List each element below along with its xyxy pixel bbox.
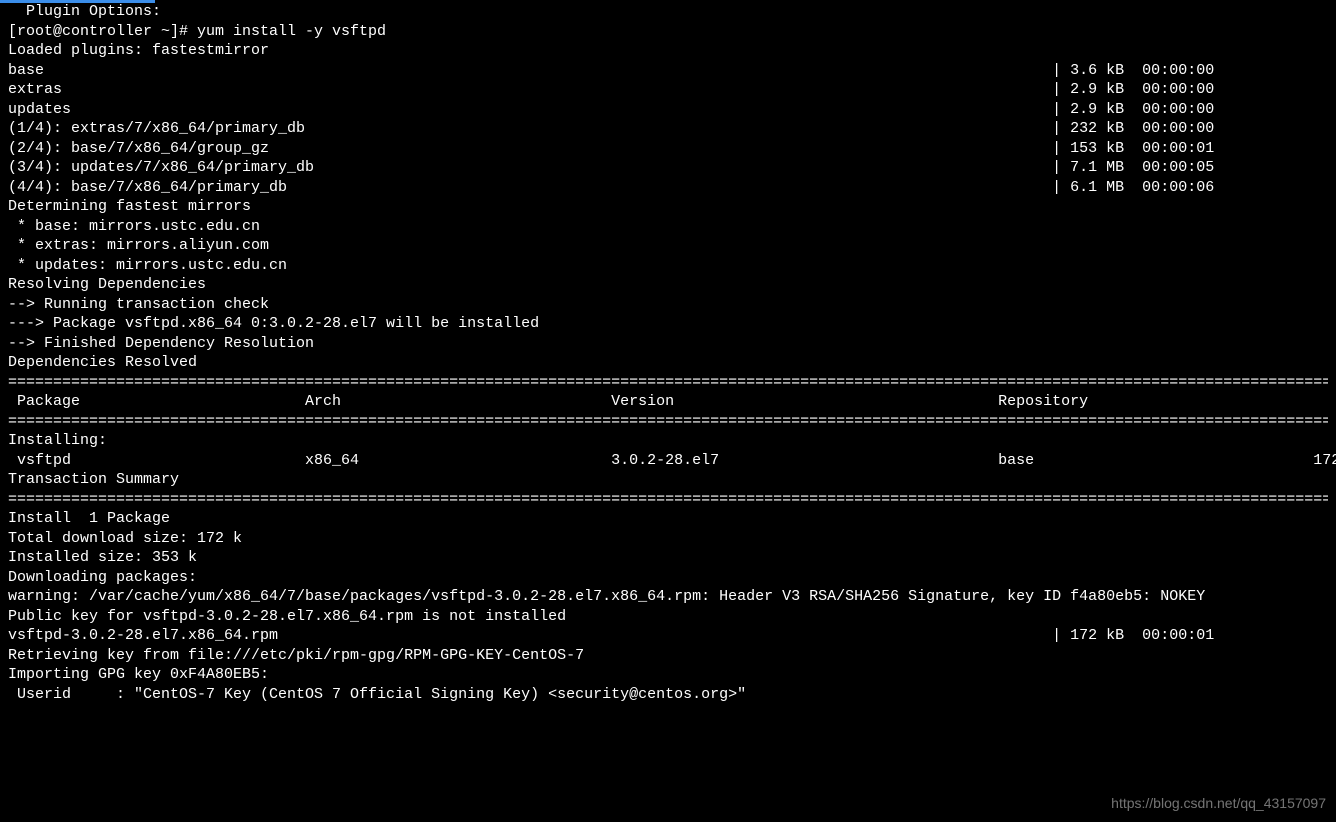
terminal-line: Dependencies Resolved — [8, 353, 1328, 373]
table-header: Package Arch Version Repository Size — [8, 392, 1328, 412]
terminal-line: Downloading packages: — [8, 568, 1328, 588]
table-divider: ========================================… — [8, 490, 1328, 510]
terminal-line: (4/4): base/7/x86_64/primary_db | 6.1 MB… — [8, 178, 1328, 198]
terminal-line: Retrieving key from file:///etc/pki/rpm-… — [8, 646, 1328, 666]
terminal-line: * updates: mirrors.ustc.edu.cn — [8, 256, 1328, 276]
terminal-line: vsftpd-3.0.2-28.el7.x86_64.rpm | 172 kB … — [8, 626, 1328, 646]
terminal-line: Userid : "CentOS-7 Key (CentOS 7 Officia… — [8, 685, 1328, 705]
terminal-line: --> Finished Dependency Resolution — [8, 334, 1328, 354]
terminal-line: base | 3.6 kB 00:00:00 — [8, 61, 1328, 81]
table-divider: ========================================… — [8, 412, 1328, 432]
terminal-line: (2/4): base/7/x86_64/group_gz | 153 kB 0… — [8, 139, 1328, 159]
table-divider: ========================================… — [8, 373, 1328, 393]
terminal-line: Resolving Dependencies — [8, 275, 1328, 295]
terminal-line: Installed size: 353 k — [8, 548, 1328, 568]
terminal-line: (1/4): extras/7/x86_64/primary_db | 232 … — [8, 119, 1328, 139]
terminal-line: Loaded plugins: fastestmirror — [8, 41, 1328, 61]
terminal-line: extras | 2.9 kB 00:00:00 — [8, 80, 1328, 100]
terminal-line: Installing: — [8, 431, 1328, 451]
terminal-line: Determining fastest mirrors — [8, 197, 1328, 217]
terminal-prompt-line[interactable]: [root@controller ~]# yum install -y vsft… — [8, 22, 1328, 42]
terminal-line: * base: mirrors.ustc.edu.cn — [8, 217, 1328, 237]
terminal-line: Plugin Options: — [8, 2, 1328, 22]
terminal-line: Transaction Summary — [8, 470, 1328, 490]
terminal-line: --> Running transaction check — [8, 295, 1328, 315]
terminal-line: warning: /var/cache/yum/x86_64/7/base/pa… — [8, 587, 1328, 607]
terminal-line: updates | 2.9 kB 00:00:00 — [8, 100, 1328, 120]
terminal-line: * extras: mirrors.aliyun.com — [8, 236, 1328, 256]
terminal-line: Total download size: 172 k — [8, 529, 1328, 549]
terminal-line: ---> Package vsftpd.x86_64 0:3.0.2-28.el… — [8, 314, 1328, 334]
terminal-line: Install 1 Package — [8, 509, 1328, 529]
terminal-line: Public key for vsftpd-3.0.2-28.el7.x86_6… — [8, 607, 1328, 627]
table-row: vsftpd x86_64 3.0.2-28.el7 base 172 k — [8, 451, 1328, 471]
terminal-line: Importing GPG key 0xF4A80EB5: — [8, 665, 1328, 685]
progress-bar — [0, 0, 155, 3]
terminal-line: (3/4): updates/7/x86_64/primary_db | 7.1… — [8, 158, 1328, 178]
watermark: https://blog.csdn.net/qq_43157097 — [1111, 794, 1326, 812]
